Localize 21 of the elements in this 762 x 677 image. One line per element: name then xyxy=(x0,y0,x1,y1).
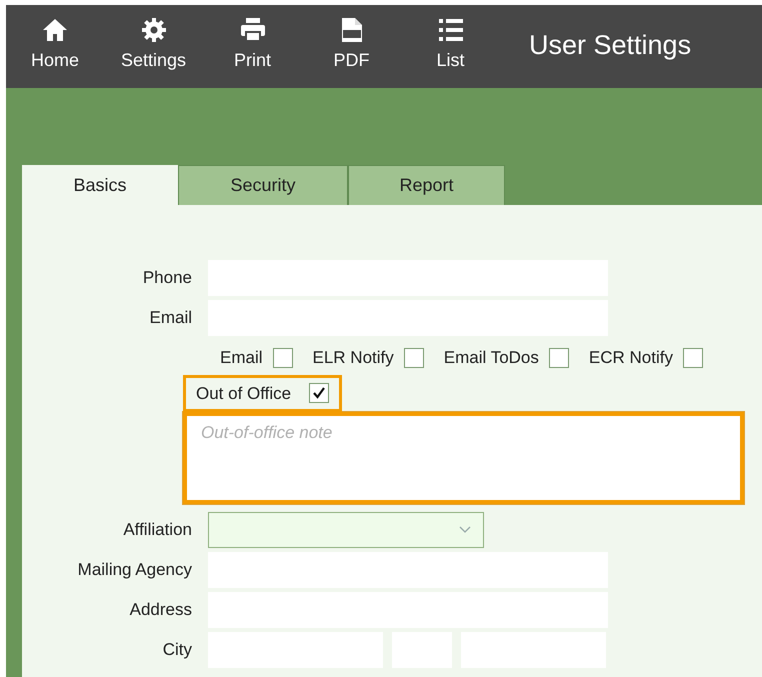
page-title: User Settings xyxy=(529,29,692,62)
checkbox-label: Email ToDos xyxy=(444,347,539,369)
toolbar-button[interactable]: Settings xyxy=(104,17,203,74)
tab[interactable]: Basics xyxy=(22,165,178,205)
field-label: Email xyxy=(148,307,192,330)
field-label: Mailing Agency xyxy=(76,559,192,582)
toolbar-button[interactable]: PDF xyxy=(302,17,401,74)
field-label: Address xyxy=(128,599,192,622)
field-label: City xyxy=(162,639,192,662)
checkbox-label: Out of Office xyxy=(196,382,292,404)
toolbar-button[interactable]: List xyxy=(401,17,500,74)
tab[interactable]: Security xyxy=(178,165,348,205)
tab[interactable]: Report xyxy=(348,165,505,205)
checkbox-label: ELR Notify xyxy=(312,347,394,369)
field-label: Affiliation xyxy=(122,519,192,542)
note-field[interactable]: Out-of-office note xyxy=(183,412,744,504)
checkbox-label: ECR Notify xyxy=(588,347,673,369)
toolbar-button[interactable]: Home xyxy=(6,17,104,74)
checkbox-label: Email xyxy=(220,347,263,369)
toolbar-button[interactable]: Print xyxy=(203,17,302,74)
field-label: Phone xyxy=(142,267,192,290)
